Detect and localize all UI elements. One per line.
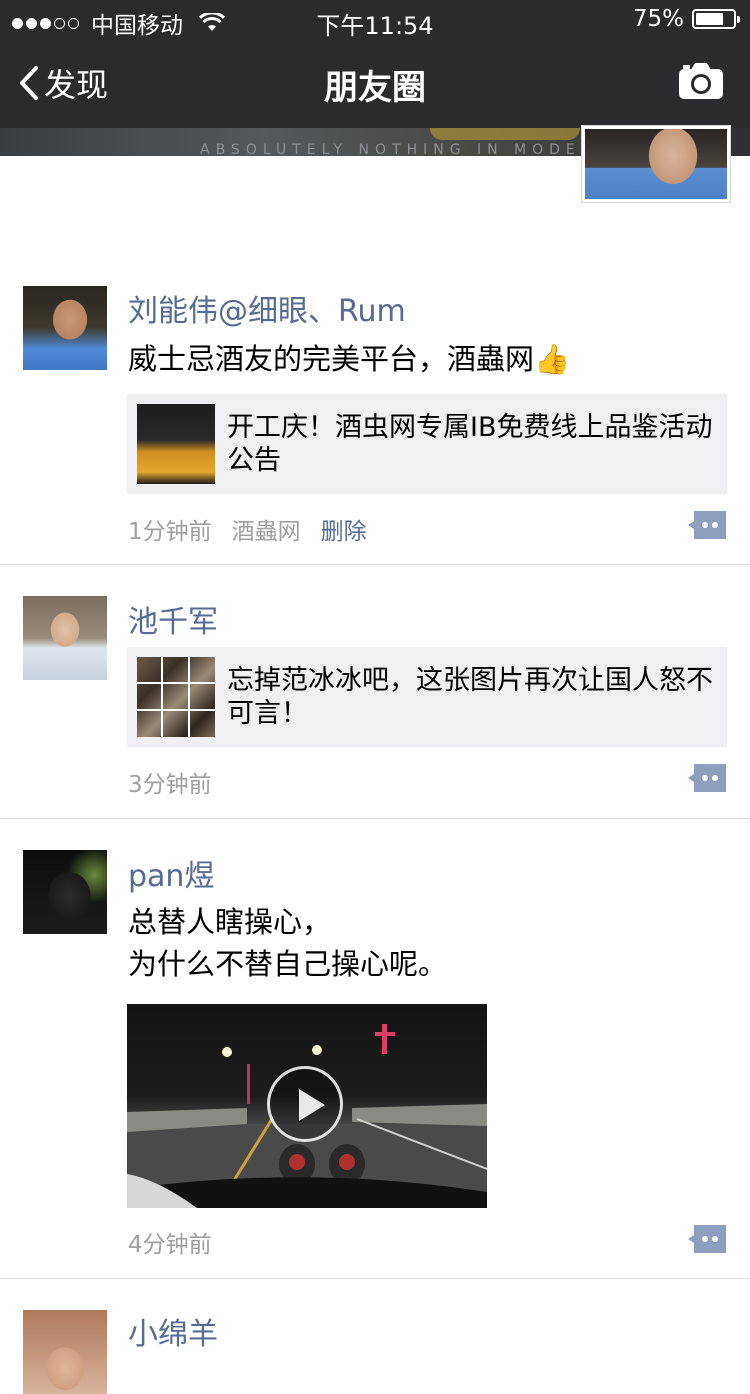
post-author[interactable]: 池千军: [128, 597, 218, 641]
post-text-content: 威士忌酒友的完美平台，酒蟲网: [128, 342, 535, 376]
post-meta: 4分钟前: [128, 1225, 212, 1259]
comment-icon[interactable]: [688, 511, 726, 539]
status-right: 75%: [632, 6, 740, 32]
battery-icon: [692, 9, 740, 29]
post-author[interactable]: 刘能伟@细眼、Rum: [128, 286, 406, 330]
avatar[interactable]: [23, 850, 107, 934]
status-bar: 中国移动 下午11:54 75%: [0, 0, 750, 40]
camera-icon[interactable]: [678, 62, 724, 100]
link-title: 开工庆！酒虫网专属IB免费线上品鉴活动公告: [227, 412, 713, 476]
moment-post: pan煜 总替人瞎操心， 为什么不替自己操心呢。 4分钟前: [0, 819, 750, 1279]
own-avatar-image: [585, 129, 727, 199]
avatar[interactable]: [23, 286, 107, 370]
navigation-bar: 发现 朋友圈: [0, 40, 750, 128]
moment-post: 小绵羊: [0, 1279, 750, 1394]
post-source[interactable]: 酒蟲网: [232, 512, 301, 546]
comment-icon[interactable]: [688, 764, 726, 792]
post-text: 总替人瞎操心， 为什么不替自己操心呢。: [128, 901, 447, 985]
post-time: 4分钟前: [128, 1232, 212, 1258]
post-text-line: 总替人瞎操心，: [128, 905, 332, 939]
own-avatar[interactable]: [581, 125, 731, 203]
delete-link[interactable]: 删除: [321, 512, 367, 546]
post-time: 3分钟前: [128, 772, 212, 798]
avatar[interactable]: [23, 596, 107, 680]
moment-post: 池千军 忘掉范冰冰吧，这张图片再次让国人怒不可言！ 3分钟前: [0, 565, 750, 819]
avatar[interactable]: [23, 1310, 107, 1394]
thumbs-up-icon: 👍: [534, 342, 571, 376]
link-card[interactable]: 开工庆！酒虫网专属IB免费线上品鉴活动公告: [127, 394, 727, 494]
link-thumbnail: [137, 404, 215, 484]
post-text-line: 为什么不替自己操心呢。: [128, 947, 448, 981]
post-text: 威士忌酒友的完美平台，酒蟲网👍: [128, 338, 570, 380]
post-meta: 1分钟前 酒蟲网 删除: [128, 512, 367, 546]
page-title: 朋友圈: [324, 68, 426, 108]
cover-tagline: ABSOLUTELY NOTHING IN MODE: [200, 142, 581, 156]
link-thumbnail: [137, 657, 215, 737]
top-bar: 中国移动 下午11:54 75% 发现 朋友圈: [0, 0, 750, 128]
moment-post: 刘能伟@细眼、Rum 威士忌酒友的完美平台，酒蟲网👍 开工庆！酒虫网专属IB免费…: [0, 258, 750, 565]
post-time: 1分钟前: [128, 519, 212, 545]
link-card[interactable]: 忘掉范冰冰吧，这张图片再次让国人怒不可言！: [127, 647, 727, 747]
battery-percent: 75%: [632, 6, 684, 32]
cover-logo-shape: [430, 128, 580, 140]
play-icon[interactable]: [267, 1066, 343, 1142]
link-title: 忘掉范冰冰吧，这张图片再次让国人怒不可言！: [227, 665, 713, 729]
post-author[interactable]: 小绵羊: [128, 1309, 218, 1353]
post-meta: 3分钟前: [128, 765, 212, 799]
video-thumbnail[interactable]: [127, 1004, 487, 1208]
post-author[interactable]: pan煜: [128, 851, 214, 895]
comment-icon[interactable]: [688, 1225, 726, 1253]
